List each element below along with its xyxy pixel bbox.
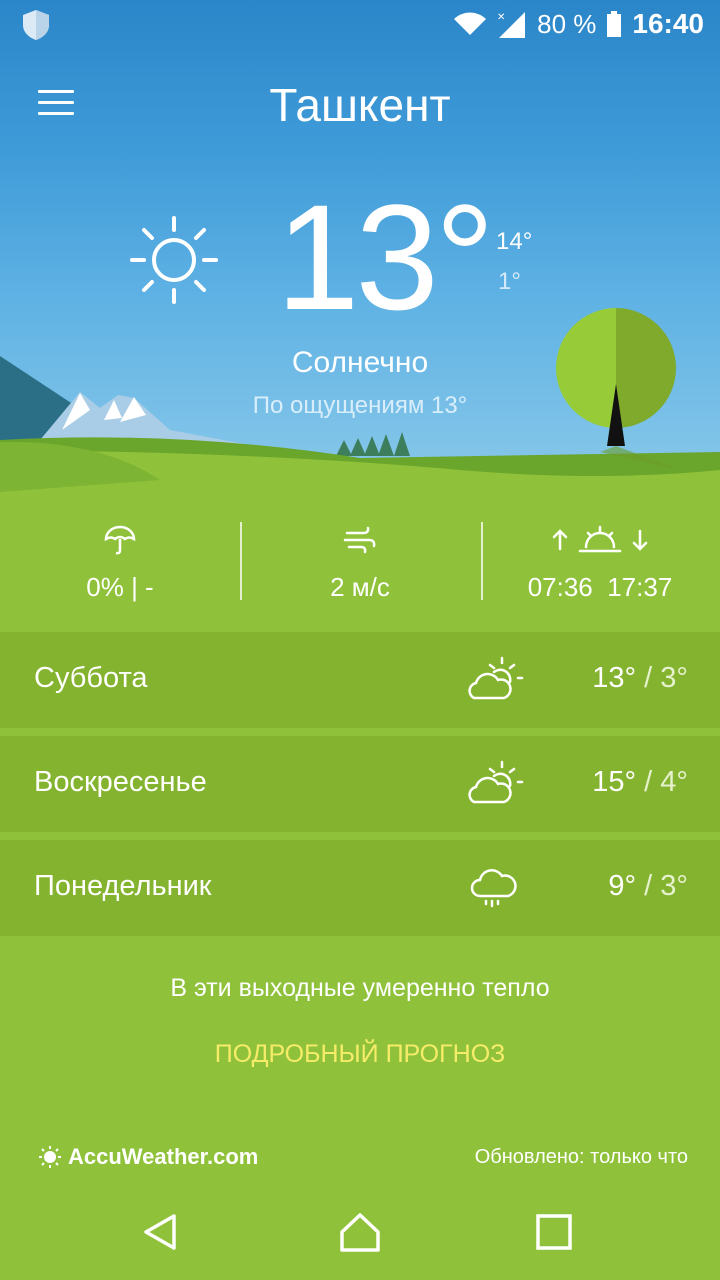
forecast-low: 3° — [660, 662, 688, 694]
forecast-high: 15° — [592, 766, 637, 798]
current-temperature: 13° — [276, 173, 495, 341]
sunrise-sunset-icon — [552, 525, 648, 553]
navigation-bar — [0, 1186, 720, 1280]
rain-cloud-icon — [470, 869, 517, 908]
accuweather-sun-icon — [39, 1146, 61, 1168]
stats-divider — [240, 522, 242, 600]
forecast-list: Суббота 13° / 3° Воскресенье 15° / 4° По… — [0, 632, 720, 944]
forecast-day: Понедельник — [34, 870, 212, 902]
recents-icon[interactable] — [532, 1210, 576, 1254]
condition-text: Солнечно — [291, 346, 429, 379]
precip-value: 0% | - — [86, 572, 154, 602]
city-title[interactable]: Ташкент — [0, 78, 720, 132]
forecast-low: 4° — [660, 766, 688, 798]
accuweather-logo[interactable]: AccuWeather.com — [38, 1144, 258, 1170]
sun-times-value: 07:36 17:37 — [480, 572, 720, 603]
updated-text: Обновлено: только что — [474, 1146, 688, 1168]
forecast-temps: 13° / 3° — [592, 662, 688, 694]
status-bar: ✕ 80 % 16:40 — [0, 0, 720, 50]
low-temperature: 1° — [498, 268, 521, 295]
forecast-high: 9° — [608, 870, 637, 902]
svg-text:✕: ✕ — [497, 12, 505, 23]
forecast-low: 3° — [660, 870, 688, 902]
accuweather-brand: AccuWeather.com — [68, 1144, 259, 1169]
umbrella-icon — [104, 525, 136, 555]
battery-percent: 80 % — [537, 8, 597, 39]
battery-icon — [607, 11, 622, 37]
clock: 16:40 — [632, 8, 704, 39]
detailed-forecast-link[interactable]: ПОДРОБНЫЙ ПРОГНОЗ — [0, 1040, 720, 1069]
wind-icon — [343, 526, 376, 554]
forecast-high: 13° — [592, 662, 637, 694]
shield-icon — [23, 10, 49, 40]
forecast-day: Воскресенье — [34, 766, 207, 798]
stats-divider — [481, 522, 483, 600]
back-icon[interactable] — [138, 1210, 182, 1254]
wind-value: 2 м/с — [330, 572, 390, 602]
forecast-temps: 15° / 4° — [592, 766, 688, 798]
forecast-row-sunday[interactable]: Воскресенье 15° / 4° — [0, 736, 720, 832]
forecast-row-monday[interactable]: Понедельник 9° / 3° — [0, 840, 720, 936]
feels-like-text: По ощущениям 13° — [252, 392, 468, 419]
partly-cloudy-icon — [468, 760, 524, 804]
signal-icon: ✕ — [497, 12, 526, 38]
sunrise-time: 07:36 — [527, 572, 593, 602]
stats-bar: 0% | - 2 м/с 07:36 17:37 — [0, 520, 720, 602]
partly-cloudy-icon — [468, 656, 524, 700]
wifi-icon — [454, 12, 487, 35]
sun-icon — [130, 216, 218, 304]
forecast-day: Суббота — [34, 662, 148, 694]
precip-stat: 0% | - — [0, 520, 240, 603]
weekend-summary: В эти выходные умеренно тепло — [170, 974, 550, 1002]
wind-stat: 2 м/с — [240, 520, 480, 603]
home-icon[interactable] — [338, 1210, 382, 1254]
high-temperature: 14° — [496, 228, 533, 255]
sunset-time: 17:37 — [607, 572, 673, 602]
forecast-temps: 9° / 3° — [608, 870, 688, 902]
forecast-row-saturday[interactable]: Суббота 13° / 3° — [0, 632, 720, 728]
sun-times-stat: 07:36 17:37 — [480, 520, 720, 603]
